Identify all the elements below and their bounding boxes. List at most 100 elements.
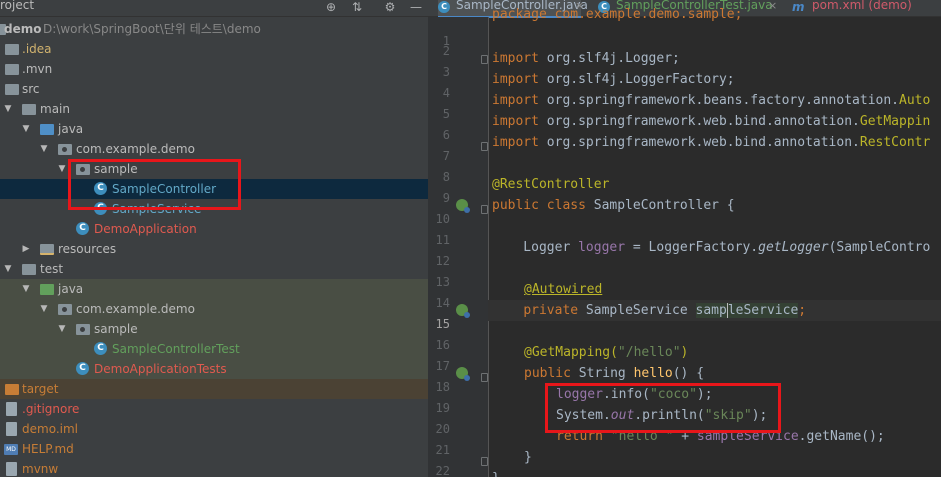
string-literal: "/hello" [617, 345, 681, 360]
code-text: (SampleContro [828, 240, 931, 255]
tree-item-demoapplication[interactable]: C DemoApplication [0, 219, 428, 239]
expand-arrow-icon[interactable]: ▼ [2, 259, 14, 279]
line-number: 22 [435, 464, 450, 477]
gear-icon[interactable]: ⚙ [383, 0, 397, 14]
tree-label: .idea [22, 42, 52, 56]
project-tool-window: roject ⊕ ⇅ ⚙ — demo D:\work\SpringBoot\단… [0, 0, 428, 477]
tree-item-gitignore[interactable]: .gitignore [0, 399, 428, 419]
bean-gutter-icon[interactable] [456, 199, 470, 213]
tree-item-demo-iml[interactable]: demo.iml [0, 419, 428, 439]
expand-arrow-icon[interactable]: ▼ [20, 119, 32, 139]
expand-arrow-icon[interactable]: ▼ [38, 139, 50, 159]
field-name: leService [726, 303, 799, 318]
folder-icon [5, 84, 19, 95]
code-line-5: import org.springframework.beans.factory… [492, 90, 930, 111]
collapse-icon[interactable]: ⇅ [350, 0, 364, 14]
code-line-12: Logger logger = LoggerFactory.getLogger(… [492, 237, 930, 258]
code-line-22: } [524, 447, 532, 468]
expand-arrow-icon[interactable]: ▼ [20, 279, 32, 299]
annotation: @GetMapping( [524, 345, 618, 360]
module-path: D:\work\SpringBoot\단위 테스트\demo [43, 22, 261, 36]
keyword: public [524, 366, 571, 381]
folder-icon [5, 64, 19, 75]
highlight-box-logging [545, 383, 781, 433]
tree-label: SampleControllerTest [112, 342, 240, 356]
code-text: .getName(); [798, 429, 885, 444]
tree-label: DemoApplicationTests [94, 362, 227, 376]
tree-item-idea[interactable]: .idea [0, 39, 428, 59]
type: String [570, 366, 634, 381]
tree-label: demo.iml [22, 422, 78, 436]
line-number: 17 [435, 359, 450, 373]
method-call: getLogger [758, 240, 829, 255]
import-keyword: import [492, 51, 539, 66]
code-line-17: @GetMapping("/hello") [524, 342, 688, 363]
resources-folder-icon [40, 244, 54, 255]
tree-item-resources[interactable]: ▶ resources [0, 239, 428, 259]
code-text: () { [672, 366, 705, 381]
type: Logger [492, 240, 579, 255]
import-path: org.springframework.web.bind.annotation. [546, 114, 860, 129]
tree-label: demo [4, 22, 42, 36]
file-icon [6, 462, 17, 476]
autowired-gutter-icon[interactable] [456, 304, 470, 318]
tree-item-test-package[interactable]: ▼ com.example.demo [0, 299, 428, 319]
tree-item-test-java[interactable]: ▼ java [0, 279, 428, 299]
expand-arrow-icon[interactable]: ▼ [56, 319, 68, 339]
tree-item-samplecontrollertest[interactable]: C SampleControllerTest [0, 339, 428, 359]
tree-label: java [58, 282, 84, 296]
fold-marker-icon[interactable] [481, 373, 488, 382]
folder-icon [22, 264, 36, 275]
tree-item-mvnw[interactable]: mvnw [0, 459, 428, 477]
package-icon [58, 144, 72, 155]
code-editor: C SampleController.java × C SampleContro… [428, 0, 941, 477]
fold-marker-icon[interactable] [481, 457, 488, 466]
import-class: RestContr [859, 135, 931, 150]
tree-item-target[interactable]: target [0, 379, 428, 399]
class-icon: C [438, 1, 450, 13]
code-line-9: @RestController [492, 174, 609, 195]
tree-item-main[interactable]: ▼ main [0, 99, 428, 119]
fold-marker-icon[interactable] [481, 55, 488, 64]
tree-item-package[interactable]: ▼ com.example.demo [0, 139, 428, 159]
import-keyword: import [492, 135, 539, 150]
fold-marker-icon[interactable] [481, 142, 488, 151]
excluded-folder-icon [5, 384, 19, 395]
line-number: 7 [442, 149, 450, 163]
expand-arrow-icon[interactable]: ▼ [2, 99, 14, 119]
test-folder-icon [40, 284, 54, 295]
tree-item-main-java[interactable]: ▼ java [0, 119, 428, 139]
line-number: 9 [442, 191, 450, 205]
code-line-7: import org.springframework.web.bind.anno… [492, 132, 930, 153]
tree-item-mvn[interactable]: .mvn [0, 59, 428, 79]
tree-item-src[interactable]: src [0, 79, 428, 99]
code-line-4: import org.slf4j.LoggerFactory; [492, 69, 735, 90]
line-number: 4 [442, 86, 450, 100]
collapse-arrow-icon[interactable]: ▶ [20, 239, 32, 259]
line-number: 16 [435, 338, 450, 352]
source-folder-icon [40, 124, 54, 135]
tree-item-demo[interactable]: demo D:\work\SpringBoot\단위 테스트\demo [0, 19, 428, 39]
target-icon[interactable]: ⊕ [324, 0, 338, 14]
package-statement: package com.example.demo.sample; [492, 7, 743, 22]
tree-item-help-md[interactable]: MD HELP.md [0, 439, 428, 459]
line-number: 21 [435, 443, 450, 457]
mapping-gutter-icon[interactable] [456, 367, 470, 381]
tree-item-test-sample[interactable]: ▼ sample [0, 319, 428, 339]
line-number: 10 [435, 212, 450, 226]
fold-marker-icon[interactable] [481, 205, 488, 214]
tree-label: DemoApplication [94, 222, 197, 236]
tree-item-test[interactable]: ▼ test [0, 259, 428, 279]
tree-label: src [22, 82, 40, 96]
line-number: 5 [442, 107, 450, 121]
line-number: 2 [442, 44, 450, 58]
import-keyword: import [492, 72, 539, 87]
tree-item-demoapplicationtests[interactable]: C DemoApplicationTests [0, 359, 428, 379]
import-path: org.springframework.web.bind.annotation. [546, 135, 860, 150]
expand-arrow-icon[interactable]: ▼ [56, 159, 68, 179]
tree-label: sample [94, 322, 138, 336]
tree-label: com.example.demo [76, 142, 195, 156]
expand-arrow-icon[interactable]: ▼ [38, 299, 50, 319]
project-panel-header: roject ⊕ ⇅ ⚙ — [0, 0, 428, 17]
minimize-icon[interactable]: — [409, 0, 423, 14]
